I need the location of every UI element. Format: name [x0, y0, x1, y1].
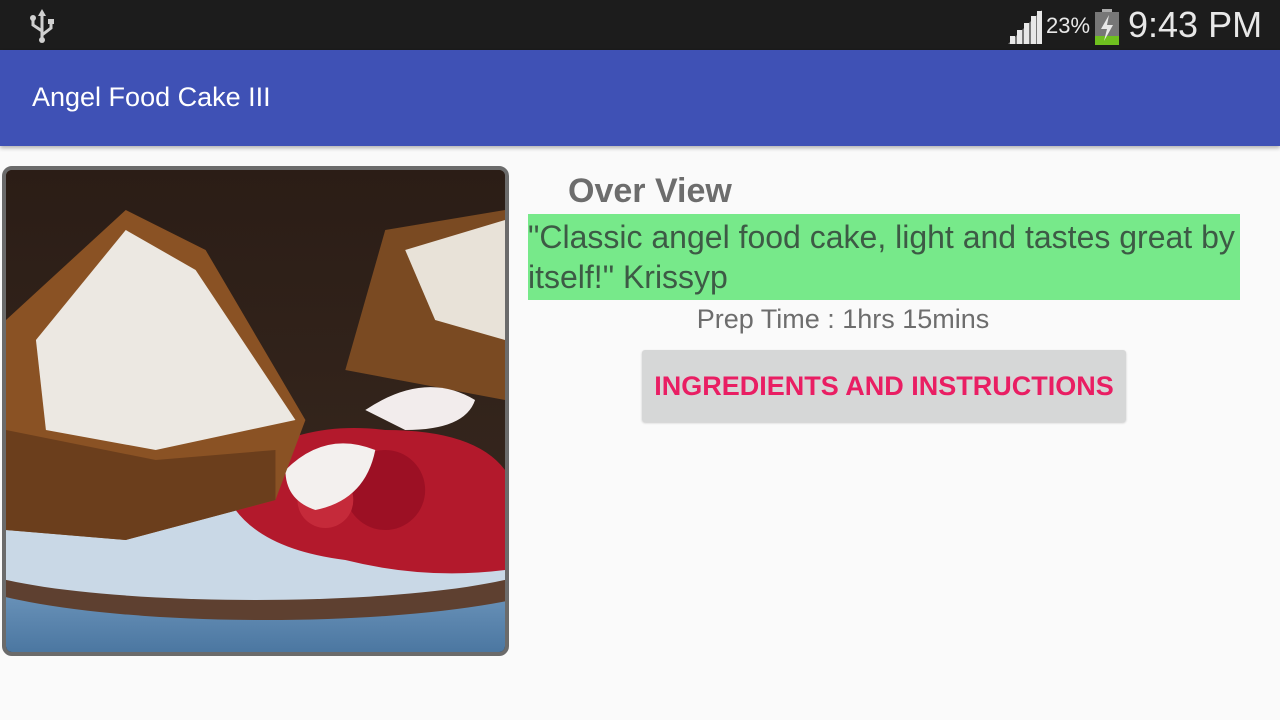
- page-title: Angel Food Cake III: [32, 82, 271, 112]
- recipe-description: "Classic angel food cake, light and tast…: [528, 214, 1240, 300]
- ingredients-and-instructions-button[interactable]: INGREDIENTS AND INSTRUCTIONS: [642, 350, 1126, 422]
- signal-icon: [1008, 10, 1042, 44]
- usb-icon: [30, 9, 54, 43]
- clock: 9:43 PM: [1128, 4, 1263, 45]
- recipe-image: [2, 166, 509, 656]
- battery-charging-icon: [1095, 9, 1119, 45]
- prep-time: Prep Time : 1hrs 15mins: [696, 304, 990, 334]
- overview-heading: Over View: [568, 172, 732, 210]
- app-bar: Angel Food Cake III: [0, 50, 1280, 146]
- status-bar: 23% 9:43 PM: [0, 0, 1280, 50]
- battery-percent: 23%: [1046, 13, 1091, 38]
